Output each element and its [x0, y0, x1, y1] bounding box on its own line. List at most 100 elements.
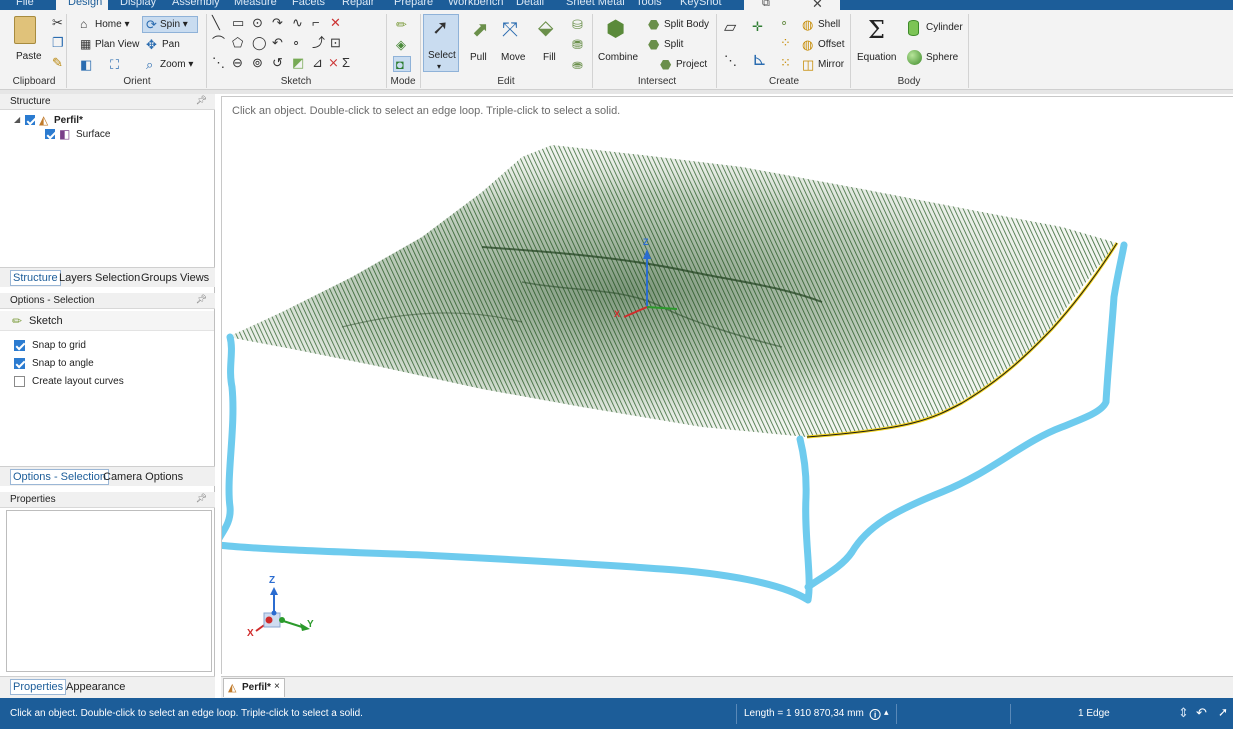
- spline-icon[interactable]: ∿: [292, 16, 303, 29]
- tab-camera-options[interactable]: Camera Options: [101, 470, 185, 484]
- offset-icon[interactable]: ◍: [802, 38, 813, 51]
- zoom-button[interactable]: Zoom ▾: [160, 59, 193, 70]
- chevron-up-icon[interactable]: ▴: [884, 707, 889, 718]
- tweak-face-icon[interactable]: ⛃: [572, 38, 583, 51]
- home-button[interactable]: Home ▾: [95, 19, 129, 30]
- info-icon[interactable]: 🛈︎: [869, 706, 881, 727]
- close-window-icon[interactable]: ✕: [812, 0, 823, 10]
- select-button[interactable]: Select: [428, 50, 456, 61]
- menu-tab-workbench[interactable]: Workbench: [448, 0, 503, 8]
- line-icon[interactable]: ╲: [212, 16, 220, 29]
- plane-icon[interactable]: ▱: [724, 20, 736, 36]
- zoom-icon[interactable]: ⌕: [146, 58, 153, 71]
- point-icon[interactable]: ∘: [292, 36, 300, 49]
- format-painter-icon[interactable]: ✎: [52, 56, 63, 69]
- menu-tab-measure[interactable]: Measure: [234, 0, 277, 8]
- combine-button[interactable]: Combine: [598, 52, 638, 63]
- 3d-mode-icon[interactable]: ◘: [396, 58, 404, 71]
- split-button[interactable]: Split: [664, 39, 683, 50]
- menu-tab-sheet-metal[interactable]: Sheet Metal: [566, 0, 625, 8]
- tree-root-label[interactable]: Perfil*: [54, 115, 83, 126]
- bend-icon[interactable]: ⊡: [330, 36, 341, 49]
- plan-view-button[interactable]: Plan View: [95, 39, 139, 50]
- pan-icon[interactable]: ✥: [146, 38, 157, 51]
- mirror-button[interactable]: Mirror: [818, 59, 844, 70]
- menu-tab-display[interactable]: Display: [120, 0, 156, 8]
- arc-icon[interactable]: ↷: [272, 16, 283, 29]
- menu-tab-repair[interactable]: Repair: [342, 0, 374, 8]
- tree-child-checkbox[interactable]: [45, 129, 55, 139]
- expand-icon[interactable]: ◢: [14, 115, 20, 124]
- move-icon[interactable]: ⤧: [502, 20, 518, 40]
- close-tab-icon[interactable]: ×: [274, 681, 280, 692]
- snap-to-angle-checkbox[interactable]: [14, 358, 25, 369]
- pull-button[interactable]: Pull: [470, 52, 487, 63]
- cursor-icon[interactable]: ➚: [1218, 705, 1228, 719]
- snap-view-icon[interactable]: ⛶: [110, 58, 119, 71]
- replace-icon[interactable]: ⛂: [572, 58, 583, 71]
- ellipse-icon[interactable]: ◯: [252, 36, 267, 49]
- blend-icon[interactable]: ⛁: [572, 18, 583, 31]
- doc-tab-perfil[interactable]: ◭ Perfil* ×: [223, 678, 285, 697]
- origin-point-icon[interactable]: ✛: [752, 20, 763, 33]
- menu-tab-design[interactable]: Design: [68, 0, 102, 8]
- circle-icon[interactable]: ⊙: [252, 16, 263, 29]
- offset-button[interactable]: Offset: [818, 39, 845, 50]
- sketch-mode-icon[interactable]: ✏: [396, 18, 407, 31]
- copy-icon[interactable]: ❐: [52, 36, 64, 49]
- pin-icon[interactable]: 📌︎: [196, 493, 207, 504]
- origin-axes-icon[interactable]: ⊾: [752, 50, 767, 68]
- sweep-arc-icon[interactable]: ↶: [272, 36, 283, 49]
- trim-icon[interactable]: ✕: [330, 16, 341, 29]
- shell-icon[interactable]: ◍: [802, 18, 813, 31]
- 3d-viewport[interactable]: Click an object. Double-click to select …: [221, 96, 1233, 674]
- doc-tab-label[interactable]: Perfil*: [242, 682, 271, 693]
- menu-tab-keyshot[interactable]: KeyShot: [680, 0, 722, 8]
- chevron-down-icon[interactable]: ▾: [437, 62, 441, 71]
- menu-tab-detail[interactable]: Detail: [516, 0, 544, 8]
- spin-updown-icon[interactable]: ⇕: [1178, 705, 1189, 721]
- cylinder-button[interactable]: Cylinder: [926, 22, 963, 33]
- create-layout-curves-checkbox[interactable]: [14, 376, 25, 387]
- section-mode-icon[interactable]: ◈: [396, 38, 406, 51]
- tab-properties[interactable]: Properties: [10, 679, 67, 695]
- menu-tab-tools[interactable]: Tools: [636, 0, 662, 8]
- cylinder-icon[interactable]: [908, 20, 919, 36]
- split-body-icon[interactable]: ⬣: [648, 18, 659, 31]
- polyline-icon[interactable]: ⌐: [312, 16, 320, 29]
- mirror-icon[interactable]: ◫: [802, 58, 814, 71]
- menu-tab-facets[interactable]: Facets: [292, 0, 325, 8]
- sigma-icon[interactable]: Σ: [342, 56, 350, 69]
- pin-icon[interactable]: 📌︎: [196, 294, 207, 305]
- tab-views[interactable]: Views: [178, 271, 211, 285]
- construction-line-icon[interactable]: ⋱: [212, 56, 225, 69]
- split-body-button[interactable]: Split Body: [664, 19, 709, 30]
- pull-icon[interactable]: ⬈: [472, 20, 489, 40]
- paste-button[interactable]: Paste: [16, 51, 42, 62]
- tangent-line-icon[interactable]: ⌒: [212, 36, 225, 49]
- three-point-circle-icon[interactable]: ⊚: [252, 56, 263, 69]
- split-curve-icon[interactable]: ⨯: [328, 56, 339, 69]
- project-to-sketch-icon[interactable]: ⊿: [312, 56, 323, 69]
- view-cube-icon[interactable]: ◧: [80, 58, 92, 71]
- pan-button[interactable]: Pan: [162, 39, 180, 50]
- tab-groups[interactable]: Groups: [139, 271, 179, 285]
- spin-button[interactable]: Spin ▾: [160, 19, 188, 30]
- plan-view-icon[interactable]: ▦: [80, 38, 91, 51]
- cut-icon[interactable]: ✂: [52, 16, 63, 29]
- rectangle-icon[interactable]: ▭: [232, 16, 244, 29]
- tab-structure[interactable]: Structure: [10, 270, 61, 286]
- polygon-icon[interactable]: ⬠: [232, 36, 243, 49]
- pin-icon[interactable]: 📌︎: [196, 95, 207, 106]
- home-icon[interactable]: ⌂: [80, 18, 87, 31]
- tab-appearance[interactable]: Appearance: [64, 680, 127, 694]
- tree-child-label[interactable]: Surface: [76, 129, 110, 140]
- menu-tab-assembly[interactable]: Assembly: [172, 0, 220, 8]
- fill-button[interactable]: Fill: [543, 52, 556, 63]
- equation-button[interactable]: Equation: [857, 52, 896, 63]
- project-button[interactable]: Project: [676, 59, 707, 70]
- project-icon[interactable]: ⬣: [660, 58, 671, 71]
- three-point-arc-icon[interactable]: ↺: [272, 56, 283, 69]
- menu-tab-file[interactable]: File: [16, 0, 34, 8]
- restore-icon[interactable]: ⧉: [762, 0, 770, 10]
